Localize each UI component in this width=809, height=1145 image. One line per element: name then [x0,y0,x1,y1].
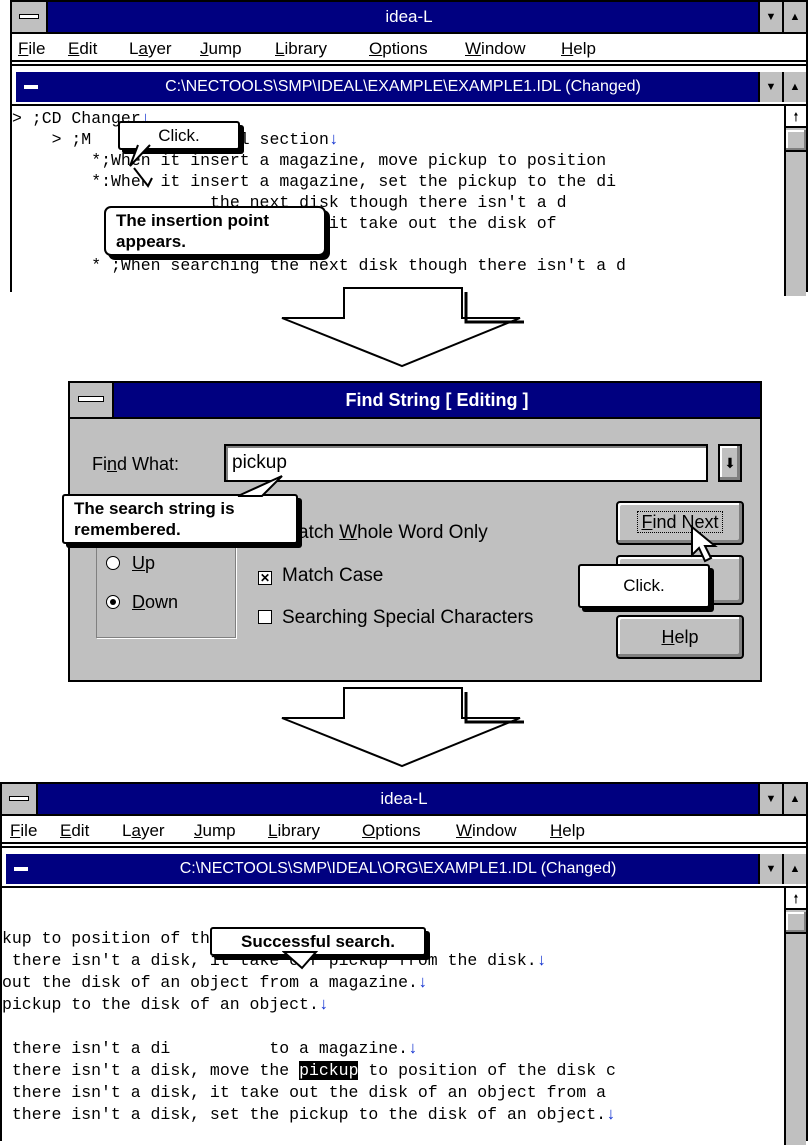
doc-system-menu-icon[interactable] [16,72,48,102]
dialog-title: Find String [ Editing ] [345,390,529,410]
code-line: there isn't a disk, move the pickup to p… [2,1061,616,1080]
scroll-up-arrow-icon[interactable]: 🠕 [786,888,806,910]
bottom-doc-window: C:\NECTOOLS\SMP\IDEAL\ORG\EXAMPLE1.IDL (… [2,846,806,1145]
find-what-label: Find What: [92,454,180,474]
menu-window[interactable]: Window [465,39,525,59]
doc-minimize-button[interactable]: ▼ [758,854,782,884]
find-next-button[interactable]: Find Next [616,501,744,545]
code-line: *:When it insert a magazine, set the pic… [12,172,616,191]
code-line: pickup to the disk of an object.↓ [2,995,329,1014]
radio-down[interactable]: Down [106,592,178,613]
callout-insertion-point: The insertion point appears. [104,206,326,256]
system-menu-icon[interactable] [2,784,38,814]
menu-help[interactable]: Help [561,39,596,59]
doc-system-menu-icon[interactable] [6,854,38,884]
menu-file[interactable]: File [10,821,37,841]
help-button[interactable]: Help [616,615,744,659]
top-doc-title: C:\NECTOOLS\SMP\IDEAL\EXAMPLE\EXAMPLE1.I… [165,78,641,95]
menu-edit[interactable]: Edit [60,821,89,841]
find-what-input[interactable]: pickup [224,444,708,482]
search-highlight: pickup [299,1061,359,1080]
menu-help[interactable]: Help [550,821,585,841]
dialog-system-menu-icon[interactable] [70,383,114,417]
menu-options[interactable]: Options [362,821,421,841]
mouse-cursor-icon [691,525,718,563]
menu-edit[interactable]: Edit [68,39,97,59]
top-app-titlebar: idea-L [12,2,806,32]
callout-pointer [129,144,153,188]
doc-maximize-button[interactable]: ▲ [782,72,806,102]
bottom-doc-titlebar: C:\NECTOOLS\SMP\IDEAL\ORG\EXAMPLE1.IDL (… [38,854,758,884]
minimize-button[interactable]: ▼ [758,2,782,32]
code-line: there isn't a disk, it take out the disk… [2,1083,606,1102]
bottom-menubar: File Edit Layer Jump Library Options Win… [2,814,806,844]
code-line: there isn't a di to a magazine.↓ [2,1039,418,1058]
menu-file[interactable]: File [18,39,45,59]
top-app-title: idea-L [385,7,433,26]
system-menu-icon[interactable] [12,2,48,32]
top-menubar: File Edit Layer Jump Library Options Win… [12,32,806,62]
scroll-thumb[interactable] [786,130,806,152]
doc-minimize-button[interactable]: ▼ [758,72,782,102]
menu-library[interactable]: Library [268,821,320,841]
special-chars-checkbox[interactable]: Searching Special Characters [258,607,533,629]
code-line: *;When it insert a magazine, move pickup… [12,151,607,170]
maximize-button[interactable]: ▲ [782,2,806,32]
bottom-app-title: idea-L [380,789,428,808]
minimize-button[interactable]: ▼ [758,784,782,814]
doc-maximize-button[interactable]: ▲ [782,854,806,884]
menu-jump[interactable]: Jump [194,821,236,841]
match-case-checkbox[interactable]: ✕ Match Case [258,565,383,587]
arrow-down-icon: ⬇ [724,455,736,471]
scroll-thumb[interactable] [786,912,806,934]
dialog-titlebar: Find String [ Editing ] [114,383,760,417]
bottom-vertical-scrollbar[interactable]: 🠕 [784,888,806,1145]
top-doc-titlebar: C:\NECTOOLS\SMP\IDEAL\EXAMPLE\EXAMPLE1.I… [48,72,758,102]
dropdown-arrow-button[interactable]: ⬇ [718,444,742,482]
bottom-app-titlebar: idea-L [2,784,806,814]
top-vertical-scrollbar[interactable]: 🠕 [784,106,806,296]
menu-layer[interactable]: Layer [122,821,165,841]
down-arrow-icon [281,287,524,368]
callout-pointer [282,951,319,970]
callout-pointer [237,475,283,497]
code-line: there isn't a disk, set the pickup to th… [2,1105,616,1124]
down-arrow-icon [281,687,524,768]
menu-options[interactable]: Options [369,39,428,59]
match-whole-word-checkbox[interactable]: atch Whole Word Only [298,522,488,544]
scroll-up-arrow-icon[interactable]: 🠕 [786,106,806,128]
bottom-app-window: idea-L ▼ ▲ File Edit Layer Jump Library … [0,782,808,1145]
menu-window[interactable]: Window [456,821,516,841]
callout-click-dialog: Click. [578,564,710,608]
maximize-button[interactable]: ▲ [782,784,806,814]
menu-jump[interactable]: Jump [200,39,242,59]
code-line: * ;When searching the next disk though t… [12,256,626,275]
menu-layer[interactable]: Layer [129,39,172,59]
menu-library[interactable]: Library [275,39,327,59]
radio-up[interactable]: Up [106,553,155,574]
callout-search-remembered: The search string is remembered. [62,494,298,544]
code-line: out the disk of an object from a magazin… [2,973,428,992]
bottom-doc-title: C:\NECTOOLS\SMP\IDEAL\ORG\EXAMPLE1.IDL (… [179,860,617,877]
